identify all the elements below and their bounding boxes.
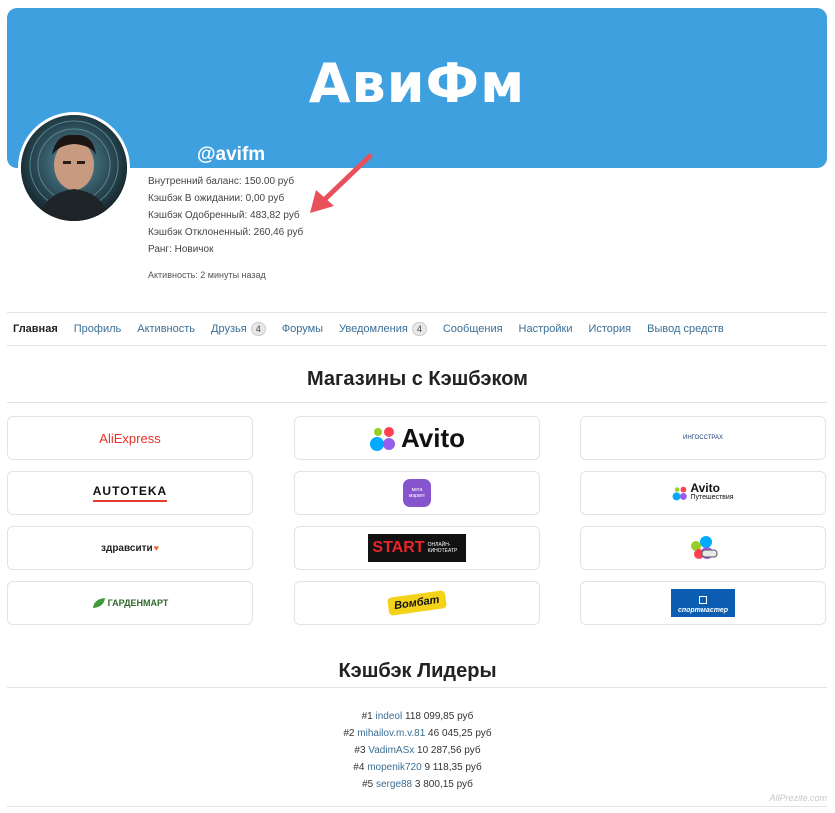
autoteka-logo: AUTOTEKA xyxy=(92,484,168,502)
leader-row: #5 serge88 3 800,15 руб xyxy=(362,779,473,790)
arrow-annotation-icon xyxy=(310,153,373,213)
profile-username: @avifm xyxy=(197,144,266,165)
start-logo: START xyxy=(372,539,425,556)
aliexpress-logo: AliExpress xyxy=(99,430,161,446)
divider xyxy=(7,806,827,807)
stores-title: Магазины с Кэшбэком xyxy=(307,368,528,390)
leader-name-link[interactable]: VadimASx xyxy=(368,745,414,756)
leaf-icon xyxy=(92,598,105,608)
start-subtitle: ОНЛАЙН-КИНОТЕАТР xyxy=(427,542,458,554)
profile-cover: АвиФм @avifm xyxy=(7,8,827,168)
avito-travel-logo: Avito xyxy=(690,481,720,495)
store-card-zdravcity[interactable]: здравсити ♥ xyxy=(7,526,253,570)
leader-row: #3 VadimASx 10 287,56 руб xyxy=(354,745,481,756)
avatar-image xyxy=(21,115,127,221)
avito-travel-subtitle: Путешествия xyxy=(690,494,734,501)
tab-settings[interactable]: Настройки xyxy=(519,323,573,335)
store-card-avito-travel[interactable]: Avito Путешествия xyxy=(580,471,826,515)
avito-travel-dots-icon xyxy=(672,486,688,501)
divider xyxy=(7,687,827,688)
leader-name-link[interactable]: mihailov.m.v.81 xyxy=(357,728,425,739)
leader-name-link[interactable]: serge88 xyxy=(376,779,412,790)
vombat-logo: Вомбат xyxy=(387,590,447,616)
site-logo: АвиФм xyxy=(308,52,526,115)
avito-logo: Avito xyxy=(400,422,466,453)
avito-dots-icon xyxy=(369,427,395,451)
leader-row: #4 mopenik720 9 118,35 руб xyxy=(353,762,482,773)
leader-row: #2 mihailov.m.v.81 46 045,25 руб xyxy=(343,728,492,739)
sportmaster-emblem-icon xyxy=(699,596,707,604)
cashback-pending: Кэшбэк В ожидании: 0,00 руб xyxy=(148,193,285,204)
avatar[interactable] xyxy=(18,112,130,224)
heart-icon: ♥ xyxy=(153,543,159,553)
leaders-list: #1 indeol 118 099,85 руб #2 mihailov.m.v… xyxy=(0,708,835,793)
balance-stats: Внутренний баланс: 150.00 руб Кэшбэк В о… xyxy=(148,173,303,258)
last-activity: Активность: 2 минуты назад xyxy=(148,270,266,280)
user-rank: Ранг: Новичок xyxy=(148,244,214,255)
store-card-autoteka[interactable]: AUTOTEKA xyxy=(7,471,253,515)
divider xyxy=(7,402,827,403)
leader-name-link[interactable]: indeol xyxy=(376,711,403,722)
store-card-ingosstrakh[interactable]: ИНГОССТРАХ xyxy=(580,416,826,460)
tab-forums[interactable]: Форумы xyxy=(282,323,323,335)
gardenmart-logo: ГАРДЕНМАРТ xyxy=(107,598,169,608)
tab-main[interactable]: Главная xyxy=(13,323,58,335)
store-card-gardenmart[interactable]: ГАРДЕНМАРТ xyxy=(7,581,253,625)
leaders-title: Кэшбэк Лидеры xyxy=(338,660,497,682)
store-card-car-service[interactable] xyxy=(580,526,826,570)
tab-friends[interactable]: Друзья 4 xyxy=(211,322,266,336)
tab-withdraw[interactable]: Вывод средств xyxy=(647,323,724,335)
ingosstrakh-logo: ИНГОССТРАХ xyxy=(683,435,723,441)
leader-name-link[interactable]: mopenik720 xyxy=(367,762,421,773)
watermark: AllPrezite.com xyxy=(769,793,827,803)
tab-history[interactable]: История xyxy=(588,323,631,335)
megamarket-logo: мега маркет xyxy=(403,479,431,507)
tab-notifications[interactable]: Уведомления 4 xyxy=(339,322,427,336)
leader-row: #1 indeol 118 099,85 руб xyxy=(361,711,474,722)
tab-profile[interactable]: Профиль xyxy=(74,323,122,335)
sportmaster-logo: спортмастер xyxy=(677,607,729,614)
cashback-rejected: Кэшбэк Отклоненный: 260,46 руб xyxy=(148,227,304,238)
notifications-count-badge: 4 xyxy=(411,322,427,336)
store-card-vombat[interactable]: Вомбат xyxy=(294,581,540,625)
tab-messages[interactable]: Сообщения xyxy=(443,323,503,335)
cashback-approved: Кэшбэк Одобренный: 483,82 руб xyxy=(148,210,300,221)
store-card-sportmaster[interactable]: спортмастер xyxy=(580,581,826,625)
profile-nav: Главная Профиль Активность Друзья 4 Форум… xyxy=(7,312,827,346)
store-card-aliexpress[interactable]: AliExpress xyxy=(7,416,253,460)
car-service-logo-icon xyxy=(691,536,718,559)
store-card-megamarket[interactable]: мега маркет xyxy=(294,471,540,515)
zdravcity-logo: здравсити xyxy=(101,542,153,554)
store-card-avito[interactable]: Avito xyxy=(294,416,540,460)
tab-activity[interactable]: Активность xyxy=(137,323,195,335)
friends-count-badge: 4 xyxy=(250,322,266,336)
internal-balance: Внутренний баланс: 150.00 руб xyxy=(148,176,295,187)
store-card-start[interactable]: START ОНЛАЙН-КИНОТЕАТР xyxy=(294,526,540,570)
